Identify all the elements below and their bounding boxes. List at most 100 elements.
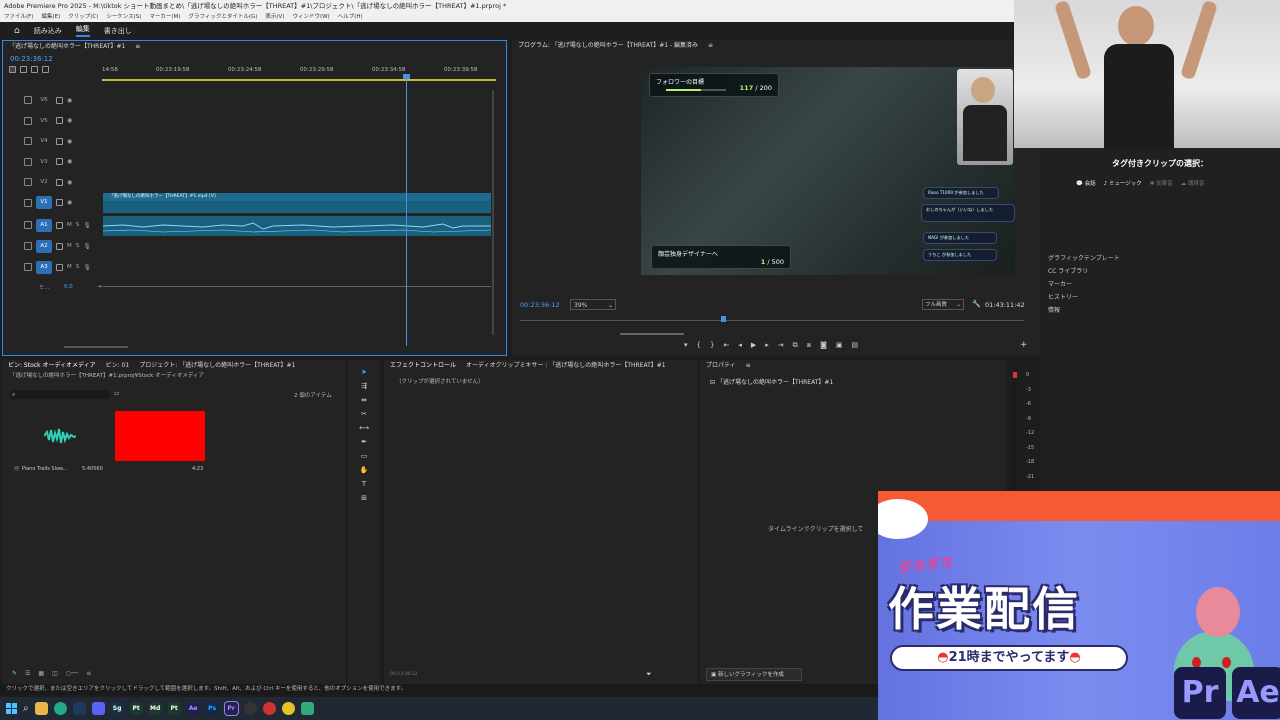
track-name[interactable]: V3 (36, 159, 52, 165)
lock-icon[interactable] (24, 242, 32, 250)
sync-lock-icon[interactable] (56, 178, 63, 186)
track-name[interactable]: A3 (36, 260, 52, 274)
zoom-slider[interactable]: ○── (66, 670, 78, 677)
video-clip[interactable]: 「逃げ場なしの絶叫ホラー【THREAT】#1.mp4 [V] (103, 193, 491, 201)
track-name[interactable]: V6 (36, 97, 52, 103)
painter2-icon[interactable]: Pt (167, 702, 181, 715)
caption-tool-icon[interactable]: ⊞ (361, 494, 367, 502)
home-icon[interactable]: ⌂ (14, 26, 20, 36)
insert-icon[interactable]: ⧉ (793, 341, 798, 350)
properties-tab[interactable]: プロパティ ≡ (700, 360, 1006, 371)
hand-tool-icon[interactable]: ✋ (360, 466, 369, 474)
track-name[interactable]: V5 (36, 118, 52, 124)
track-header[interactable]: V3 ◉ (2, 152, 72, 172)
vr-icon[interactable]: ▤ (852, 341, 859, 350)
project-item-name[interactable]: 🛒 Piano Trails Slow... (14, 466, 67, 472)
solo-button[interactable]: S (76, 264, 80, 271)
eye-icon[interactable]: ◉ (67, 158, 72, 165)
track-header[interactable]: V1 ◉ (2, 193, 72, 213)
obs-icon[interactable] (243, 702, 257, 715)
menu-item[interactable]: シーケンス(S) (106, 12, 141, 22)
link-icon[interactable] (20, 66, 27, 73)
menu-item[interactable]: グラフィックとタイトル(G) (188, 12, 257, 22)
work-area-bar[interactable] (102, 79, 496, 81)
solo-button[interactable]: S (76, 222, 80, 229)
overwrite-icon[interactable]: ⧈ (807, 341, 811, 350)
settings-wrench-icon[interactable]: 🔧 (972, 300, 981, 308)
menu-item[interactable]: ファイル(F) (4, 12, 33, 22)
file-explorer-icon[interactable] (34, 702, 48, 715)
zoom-select[interactable]: 39% ⌄ (570, 299, 616, 310)
sort-icon[interactable]: ≡ (86, 670, 91, 677)
chrome-icon[interactable] (53, 702, 67, 715)
mute-button[interactable]: M (67, 264, 72, 271)
eye-icon[interactable]: ◉ (67, 97, 72, 104)
pen-tool-icon[interactable]: ✒ (361, 438, 367, 446)
solo-button[interactable]: S (76, 243, 80, 250)
premiere-icon[interactable]: Pr (223, 701, 239, 716)
rectangle-tool-icon[interactable]: ▭ (361, 452, 368, 460)
tag-dialogue[interactable]: 💬 会話 (1076, 179, 1096, 187)
mix-track[interactable]: ミ... 0.0 ⇥ (2, 277, 102, 297)
pencil-icon[interactable]: ✎ (12, 670, 17, 677)
mute-button[interactable]: M (67, 222, 72, 229)
sync-lock-icon[interactable] (56, 137, 63, 145)
program-playhead[interactable] (721, 316, 726, 322)
tag-sfx[interactable]: ✱ 効果音 (1150, 179, 1173, 187)
program-timecode[interactable]: 00:23:36:12 (520, 301, 560, 309)
audio-clip[interactable] (103, 216, 491, 236)
step-back-icon[interactable]: ◂ (738, 341, 742, 350)
snap-icon[interactable] (9, 66, 16, 73)
photoshop-icon[interactable]: Ps (205, 702, 219, 715)
lock-icon[interactable] (24, 178, 32, 186)
new-graphic-button[interactable]: ▣ 新しいグラフィックを作成 (706, 668, 802, 681)
track-header[interactable]: A2 M S 🎙 (2, 236, 91, 256)
menu-item[interactable]: 編集(E) (41, 12, 60, 22)
tag-music[interactable]: ♪ ミュージック (1104, 179, 1142, 187)
new-bin-icon[interactable]: ▭ (114, 390, 120, 397)
substance-icon[interactable]: Sg (110, 702, 124, 715)
program-ruler[interactable] (520, 320, 1024, 321)
search-icon[interactable]: ⌕ (23, 703, 29, 714)
sync-lock-icon[interactable] (56, 96, 63, 104)
tab-project[interactable]: プロジェクト: 「逃げ場なしの絶叫ホラー【THREAT】#1 (139, 360, 295, 371)
app-icon[interactable] (262, 702, 276, 715)
track-header[interactable]: V5 ◉ (2, 111, 72, 131)
menu-item[interactable]: ウィンドウ(W) (292, 12, 329, 22)
playhead[interactable] (406, 76, 407, 346)
ripple-edit-icon[interactable]: ⇹ (361, 396, 367, 404)
eye-icon[interactable]: ◉ (67, 199, 72, 206)
track-name[interactable]: A1 (36, 218, 52, 232)
compare-icon[interactable]: ▣ (836, 341, 843, 350)
windows-start-icon[interactable] (6, 703, 17, 714)
tab-edit[interactable]: 編集 (75, 24, 90, 37)
lock-icon[interactable] (24, 263, 32, 271)
eye-icon[interactable]: ◉ (67, 179, 72, 186)
tab-effect-controls[interactable]: エフェクトコントロール (390, 360, 456, 371)
tab-export[interactable]: 書き出し (104, 26, 132, 36)
play-icon[interactable]: ▶ (751, 341, 756, 350)
freeform-view-icon[interactable]: ◫ (52, 670, 58, 677)
track-name[interactable]: V1 (36, 196, 52, 209)
menu-item[interactable]: ヘルプ(H) (338, 12, 363, 22)
go-to-out-icon[interactable]: ⇥ (778, 341, 784, 350)
panel-list-item[interactable]: CC ライブラリ (1040, 265, 1280, 278)
timeline-zoom-scrollbar[interactable] (64, 346, 128, 348)
mark-in-icon[interactable]: { (697, 341, 701, 350)
filter-icon[interactable]: ⏷ (646, 670, 652, 679)
step-forward-icon[interactable]: ▸ (765, 341, 769, 350)
lock-icon[interactable] (24, 137, 32, 145)
list-view-icon[interactable]: ☰ (25, 670, 30, 677)
tab-bin-01[interactable]: ビン: 01 (106, 360, 130, 371)
lock-icon[interactable] (24, 96, 32, 104)
mark-out-icon[interactable]: } (710, 341, 714, 350)
mic-icon[interactable]: 🎙 (83, 264, 91, 271)
program-scrollbar[interactable] (620, 333, 684, 335)
project-search-input[interactable]: ⌕ (10, 390, 110, 399)
eye-icon[interactable]: ◉ (67, 138, 72, 145)
timeline-tab[interactable]: 「逃げ場なしの絶叫ホラー【THREAT】#1 ≡ (3, 41, 506, 52)
audio-thumbnail[interactable] (42, 422, 78, 450)
tab-import[interactable]: 読み込み (34, 26, 62, 36)
steam-icon[interactable] (72, 702, 86, 715)
panel-list-item[interactable]: グラフィックテンプレート (1040, 252, 1280, 265)
